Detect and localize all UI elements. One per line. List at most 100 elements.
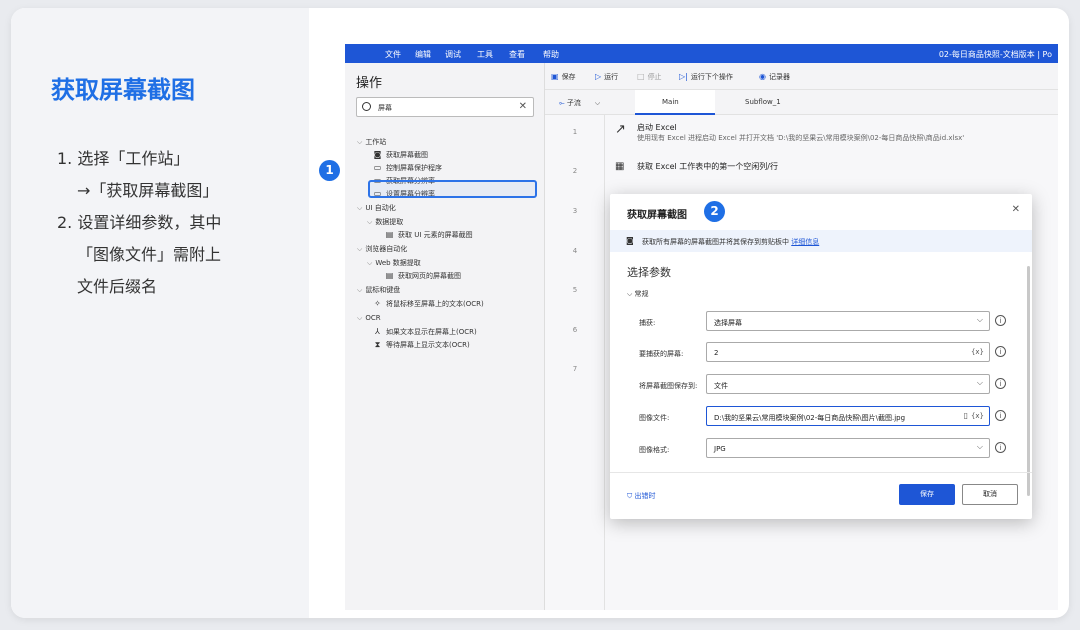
save-to-select[interactable]: 文件 ⌵ (706, 374, 990, 394)
tree-group-ui-automation[interactable]: ⌵ UI 自动化 (357, 202, 396, 214)
line-number: 3 (572, 207, 578, 215)
chevron-down-icon: ⌵ (357, 286, 363, 294)
chevron-down-icon: ⌵ (357, 245, 363, 253)
tree-group-ocr[interactable]: ⌵ OCR (357, 312, 381, 324)
recorder-button[interactable]: ◉ 记录器 (759, 72, 790, 82)
step-icon: ▷| (679, 72, 688, 81)
dialog-divider (610, 472, 1032, 473)
section-title: 选择参数 (627, 266, 671, 279)
run-button[interactable]: ▷ 运行 (595, 72, 618, 82)
slide-title: 获取屏幕截图 (51, 76, 195, 104)
menu-view[interactable]: 查看 (509, 49, 525, 60)
flow-step[interactable]: ▦ 获取 Excel 工作表中的第一个空闲列/行 (615, 161, 778, 172)
chevron-down-icon: ⌵ (357, 314, 363, 322)
step-line: 「图像文件」需附上 (77, 245, 222, 264)
image-format-select[interactable]: JPG ⌵ (706, 438, 990, 458)
play-icon: ▷ (595, 72, 602, 81)
dialog-title: 获取屏幕截图 (627, 210, 687, 221)
dialog-scrollbar[interactable] (1027, 266, 1030, 496)
menu-file[interactable]: 文件 (385, 49, 401, 60)
excel-table-icon: ▦ (615, 161, 625, 172)
tree-group-mouse-keyboard[interactable]: ⌵ 鼠标和键盘 (357, 284, 400, 296)
tab-main[interactable]: Main (662, 98, 679, 106)
group-general[interactable]: ⌵ 常规 (627, 289, 649, 299)
menu-edit[interactable]: 编辑 (415, 49, 431, 60)
stop-button[interactable]: □ 停止 (637, 72, 662, 82)
line-number: 2 (572, 167, 578, 175)
cancel-button[interactable]: 取消 (962, 484, 1018, 505)
variable-icon[interactable]: {x} (971, 348, 984, 356)
chevron-down-icon: ⌵ (367, 259, 373, 267)
tab-subflow-1[interactable]: Subflow_1 (745, 98, 781, 106)
menu-debug[interactable]: 调试 (445, 49, 461, 60)
line-number: 5 (572, 286, 578, 294)
save-button[interactable]: 保存 (899, 484, 955, 505)
close-icon[interactable]: ✕ (1012, 204, 1020, 215)
camera-icon: ◙ (373, 150, 382, 159)
line-gutter: 1 2 3 4 5 6 7 (545, 115, 605, 610)
save-toolbar-button[interactable]: ▣ 保存 (551, 72, 576, 82)
chevron-down-icon: ⌵ (976, 442, 983, 451)
run-next-button[interactable]: ▷| 运行下个操作 (679, 72, 733, 82)
tree-group-web-extraction[interactable]: ⌵ Web 数据提取 (367, 257, 421, 269)
flow-step[interactable]: ↗ 启动 Excel 使用现有 Excel 进程启动 Excel 并打开文档 '… (615, 122, 964, 143)
info-icon[interactable]: i (995, 346, 1006, 357)
branch-icon: ⅄ (375, 327, 380, 336)
step-badge-1: 1 (319, 160, 340, 181)
tree-item-wait-text-ocr[interactable]: ⧗ 等待屏幕上显示文本(OCR) (373, 339, 470, 351)
tree-group-browser-automation[interactable]: ⌵ 浏览器自动化 (357, 243, 407, 255)
menu-tools[interactable]: 工具 (477, 49, 493, 60)
info-icon[interactable]: i (995, 442, 1006, 453)
chevron-down-icon: ⌵ (367, 218, 373, 226)
tree-item-take-screenshot[interactable]: ◙ 获取屏幕截图 (373, 149, 428, 161)
instruction-panel: 获取屏幕截图 1. 选择「工作站」 →「获取屏幕截图」 2. 设置详细参数，其中… (11, 8, 309, 618)
variable-icon[interactable]: {x} (971, 412, 984, 420)
line-number: 7 (572, 365, 578, 373)
web-page-icon: ▤ (385, 271, 394, 280)
launch-arrow-icon: ↗ (615, 122, 626, 137)
dialog-info-bar: ◙ 获取所有屏幕的屏幕截图并将其保存到剪贴板中 详细信息 (610, 230, 1032, 252)
instruction-steps: 1. 选择「工作站」 →「获取屏幕截图」 2. 设置详细参数，其中 「图像文件」… (57, 143, 221, 303)
selected-action-highlight (368, 180, 537, 198)
subflows-dropdown[interactable]: ⟜ 子流 ⌵ (559, 98, 600, 108)
actions-search-input[interactable]: 屏幕 ✕ (356, 97, 534, 117)
info-icon[interactable]: i (995, 315, 1006, 326)
stop-icon: □ (637, 72, 645, 81)
tree-item-ui-screenshot[interactable]: ▤ 获取 UI 元素的屏幕截图 (385, 229, 473, 241)
camera-icon: ◙ (626, 236, 634, 245)
actions-title: 操作 (356, 76, 383, 91)
window-title: 02-每日商品快照-文档版本 | Po (938, 50, 1052, 59)
chevron-down-icon: ⌵ (594, 99, 601, 107)
screenshot-dialog: 获取屏幕截图 2 ✕ ◙ 获取所有屏幕的屏幕截图并将其保存到剪贴板中 详细信息 … (610, 194, 1032, 519)
tree-item-web-screenshot[interactable]: ▤ 获取网页的屏幕截图 (385, 270, 461, 282)
tree-item-if-text-ocr[interactable]: ⅄ 如果文本显示在屏幕上(OCR) (373, 326, 477, 338)
image-file-input[interactable]: D:\我的坚果云\常用模块案例\02-每日商品快照\图片\截图.jpg ▯ {x} (706, 406, 990, 426)
step-line: 2. 设置详细参数，其中 (57, 213, 222, 232)
on-error-link[interactable]: ⛉ 出错时 (627, 491, 655, 501)
field-label: 图像格式: (639, 446, 670, 454)
tree-item-move-mouse-ocr[interactable]: ✧ 将鼠标移至屏幕上的文本(OCR) (373, 298, 484, 310)
details-link[interactable]: 详细信息 (791, 238, 819, 246)
chevron-down-icon: ⌵ (357, 204, 363, 212)
step-line: →「获取屏幕截图」 (77, 181, 219, 200)
monitor-icon: ▭ (373, 163, 382, 172)
cursor-move-icon: ✧ (374, 299, 381, 308)
info-icon[interactable]: i (995, 378, 1006, 389)
file-icon[interactable]: ▯ (964, 411, 968, 420)
menu-help[interactable]: 帮助 (543, 49, 559, 60)
screen-number-input[interactable]: 2 {x} (706, 342, 990, 362)
clear-icon[interactable]: ✕ (519, 101, 527, 112)
flow-step-title: 获取 Excel 工作表中的第一个空闲列/行 (637, 162, 778, 171)
step-badge-2: 2 (704, 201, 725, 222)
line-number: 4 (572, 247, 578, 255)
tree-item-screensaver[interactable]: ▭ 控制屏幕保护程序 (373, 162, 442, 174)
capture-select[interactable]: 选择屏幕 ⌵ (706, 311, 990, 331)
flow-step-desc: 使用现有 Excel 进程启动 Excel 并打开文档 'D:\我的坚果云\常用… (637, 134, 965, 142)
field-label: 捕获: (639, 319, 656, 327)
search-value: 屏幕 (378, 104, 392, 112)
line-number: 6 (572, 326, 578, 334)
tree-group-workstation[interactable]: ⌵ 工作站 (357, 136, 386, 148)
field-row-capture: 捕获: 选择屏幕 ⌵ i (610, 311, 1032, 333)
info-icon[interactable]: i (995, 410, 1006, 421)
tree-group-data-extraction[interactable]: ⌵ 数据提取 (367, 216, 403, 228)
